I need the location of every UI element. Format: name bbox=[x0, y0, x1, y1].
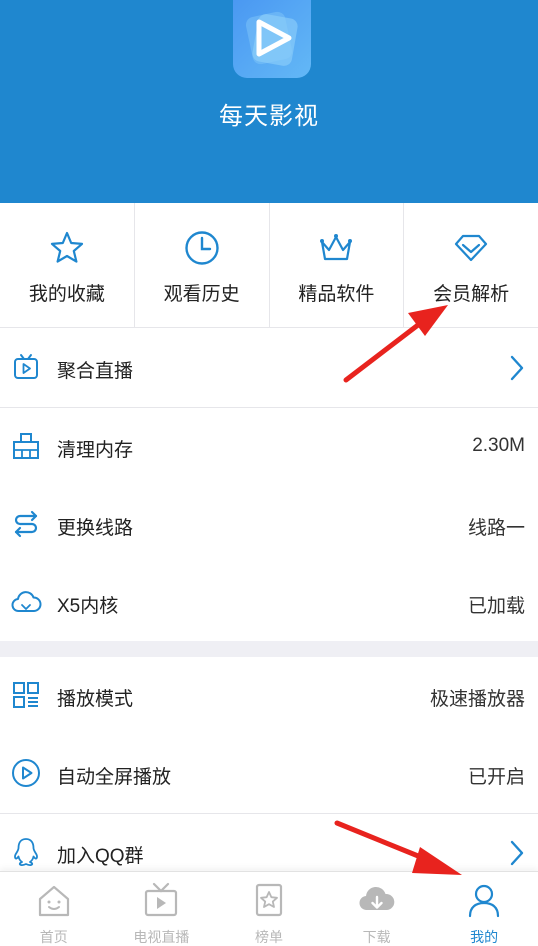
clock-icon bbox=[184, 231, 219, 265]
crown-icon bbox=[320, 234, 353, 261]
tab-tv-live-label: 电视直播 bbox=[133, 929, 190, 945]
menu-join-qq-group-label: 加入QQ群 bbox=[57, 846, 144, 867]
ranking-icon bbox=[255, 883, 283, 917]
chevron-right-icon bbox=[510, 355, 524, 381]
quick-vip-parse-label: 会员解析 bbox=[433, 284, 510, 305]
app-title: 每天影视 bbox=[219, 103, 319, 130]
menu-clear-cache-value: 2.30M bbox=[472, 435, 525, 456]
menu-live-aggregate[interactable]: 聚合直播 bbox=[0, 329, 538, 408]
quick-favorites-label: 我的收藏 bbox=[28, 284, 105, 305]
tab-download[interactable]: 下载 bbox=[323, 872, 431, 946]
menu-switch-route[interactable]: 更换线路 线路一 bbox=[0, 486, 538, 565]
app-logo bbox=[233, 0, 311, 78]
menu-x5-kernel-value: 已加载 bbox=[467, 596, 525, 617]
menu-play-mode-value: 极速播放器 bbox=[429, 689, 525, 710]
menu-auto-fullscreen-value: 已开启 bbox=[467, 767, 525, 788]
chevron-right-icon bbox=[510, 840, 524, 866]
quick-software[interactable]: 精品软件 bbox=[270, 203, 405, 327]
cloud-icon bbox=[11, 591, 42, 612]
tab-tv-live[interactable]: 电视直播 bbox=[108, 872, 216, 946]
tab-ranking[interactable]: 榜单 bbox=[215, 872, 323, 946]
profile-header: 每天影视 bbox=[0, 0, 538, 203]
tab-home[interactable]: 首页 bbox=[0, 872, 108, 946]
quick-software-label: 精品软件 bbox=[298, 284, 375, 305]
menu-auto-fullscreen-label: 自动全屏播放 bbox=[57, 767, 172, 788]
menu-x5-kernel[interactable]: X5内核 已加载 bbox=[0, 564, 538, 641]
quick-history-label: 观看历史 bbox=[163, 284, 240, 305]
quick-favorites[interactable]: 我的收藏 bbox=[0, 203, 135, 327]
broom-icon bbox=[13, 433, 39, 459]
switch-route-icon bbox=[14, 510, 38, 538]
tab-mine[interactable]: 我的 bbox=[430, 872, 538, 946]
tab-ranking-label: 榜单 bbox=[254, 929, 283, 945]
star-icon bbox=[50, 231, 83, 263]
grid-icon bbox=[13, 682, 39, 708]
menu-switch-route-label: 更换线路 bbox=[57, 518, 134, 539]
tab-mine-label: 我的 bbox=[470, 929, 499, 945]
menu-play-mode[interactable]: 播放模式 极速播放器 bbox=[0, 657, 538, 736]
quick-actions: 我的收藏 观看历史 精品软件 会员解析 bbox=[0, 203, 538, 328]
diamond-icon bbox=[455, 234, 488, 262]
menu-clear-cache[interactable]: 清理内存 2.30M bbox=[0, 408, 538, 487]
tab-download-label: 下载 bbox=[362, 929, 391, 945]
menu-live-aggregate-label: 聚合直播 bbox=[57, 361, 134, 382]
home-icon bbox=[38, 885, 69, 917]
qq-icon bbox=[14, 838, 38, 867]
menu-x5-kernel-label: X5内核 bbox=[57, 596, 119, 617]
menu-auto-fullscreen[interactable]: 自动全屏播放 已开启 bbox=[0, 735, 538, 814]
user-icon bbox=[469, 884, 500, 918]
tab-home-label: 首页 bbox=[39, 929, 68, 945]
quick-history[interactable]: 观看历史 bbox=[135, 203, 270, 327]
bottom-tab-bar: 首页 电视直播 榜单 下载 我的 bbox=[0, 871, 538, 946]
tv-icon bbox=[145, 882, 178, 917]
menu-clear-cache-label: 清理内存 bbox=[57, 440, 134, 461]
menu-play-mode-label: 播放模式 bbox=[57, 689, 134, 710]
play-logo-icon bbox=[245, 11, 298, 66]
download-cloud-icon bbox=[359, 886, 394, 911]
section-divider bbox=[0, 641, 538, 657]
tv-play-icon bbox=[14, 354, 38, 379]
menu-switch-route-value: 线路一 bbox=[467, 518, 525, 539]
quick-vip-parse[interactable]: 会员解析 bbox=[404, 203, 538, 327]
play-circle-icon bbox=[12, 759, 40, 787]
